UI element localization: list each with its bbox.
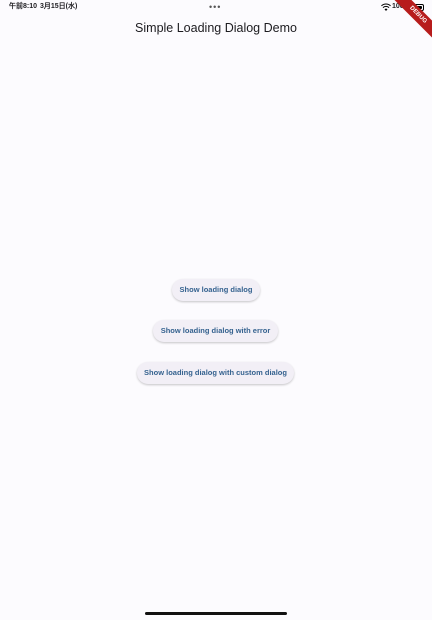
show-loading-dialog-button[interactable]: Show loading dialog	[172, 279, 260, 301]
status-bar: 午前8:10 3月15日(水) ••• 100%	[0, 0, 432, 14]
app-bar-title: Simple Loading Dialog Demo	[135, 21, 297, 35]
wifi-icon	[381, 3, 391, 11]
status-time: 午前8:10	[9, 3, 38, 10]
home-indicator[interactable]	[145, 612, 287, 615]
show-loading-dialog-with-error-button[interactable]: Show loading dialog with error	[153, 320, 278, 342]
status-date: 3月15日(水)	[40, 3, 78, 10]
show-loading-dialog-custom-button[interactable]: Show loading dialog with custom dialog	[137, 362, 294, 384]
multitasking-dots-icon[interactable]: •••	[209, 0, 221, 14]
